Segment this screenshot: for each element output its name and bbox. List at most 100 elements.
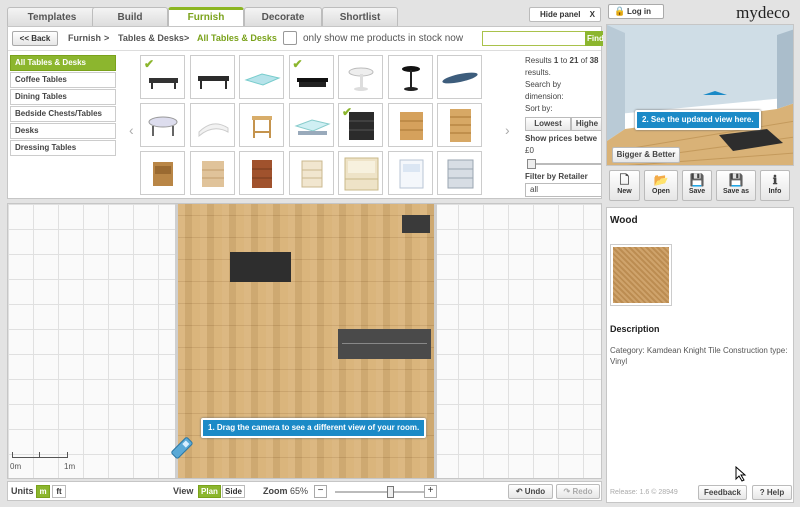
search-by-label: Search by dimension: — [525, 80, 564, 101]
find-button[interactable]: Find — [585, 31, 603, 46]
product-image — [399, 112, 423, 140]
close-icon[interactable]: X — [590, 8, 595, 21]
tab-shortlist[interactable]: Shortlist — [322, 7, 398, 27]
undo-button[interactable]: ↶ Undo — [508, 484, 553, 499]
product-thumb-surfboard-table[interactable] — [437, 55, 482, 99]
sort-lowest-button[interactable]: Lowest — [525, 117, 571, 131]
tab-decorate[interactable]: Decorate — [244, 7, 322, 27]
zoom-in-button[interactable]: + — [424, 485, 437, 498]
prev-page-icon[interactable]: ‹ — [129, 122, 134, 138]
info-button[interactable]: ℹ Info — [760, 170, 790, 201]
results-filter: Results 1 to 21 of 38 results. Search by… — [525, 55, 601, 197]
tab-furnish[interactable]: Furnish — [168, 7, 244, 27]
product-thumb-oval-glass-table[interactable] — [140, 103, 185, 147]
save-as-icon: 💾 — [728, 173, 744, 187]
zoom-value: 65% — [290, 486, 309, 496]
redo-button[interactable]: ↷ Redo — [556, 484, 600, 499]
breadcrumb-furnish[interactable]: Furnish — [68, 33, 101, 43]
3d-preview[interactable]: 2. See the updated view here. Bigger & B… — [606, 24, 794, 166]
tab-build[interactable]: Build — [92, 7, 168, 27]
camera-icon[interactable] — [168, 434, 198, 464]
product-thumb-black-drawers[interactable]: ✔ — [338, 103, 383, 147]
product-thumb-white-curve-table[interactable] — [189, 103, 235, 147]
product-thumb-pine-chest[interactable] — [387, 103, 433, 147]
back-button[interactable]: << Back — [12, 31, 58, 46]
description-heading: Description — [610, 324, 660, 334]
product-thumb-bedside-white[interactable] — [387, 151, 433, 195]
retailer-label: Filter by Retailer — [525, 172, 588, 181]
properties-panel: Wood Description Category: Kamdean Knigh… — [606, 207, 794, 503]
price-min: £0 — [525, 146, 534, 155]
mouse-cursor-icon — [735, 466, 747, 482]
product-image — [447, 159, 474, 189]
hide-panel-label: Hide panel — [540, 10, 581, 19]
product-thumb-bedside-cherry[interactable] — [239, 151, 284, 195]
product-image — [252, 116, 272, 138]
tab-templates[interactable]: Templates — [7, 7, 97, 27]
folder-icon: 📂 — [653, 173, 669, 187]
stock-label: only show me products in stock now — [303, 33, 464, 44]
open-button[interactable]: 📂 Open — [644, 170, 678, 201]
product-thumb-mirror-chest[interactable] — [437, 151, 482, 195]
help-button[interactable]: ? Help — [752, 485, 792, 500]
product-thumb-glass-coffee-table[interactable] — [288, 103, 334, 147]
product-thumb-low-table-dark[interactable]: ✔ — [140, 55, 185, 99]
furniture-long-table[interactable] — [338, 329, 431, 359]
next-page-icon[interactable]: › — [505, 122, 510, 138]
category-bedside[interactable]: Bedside Chests/Tables — [10, 106, 116, 122]
product-image — [201, 161, 224, 187]
product-thumb-bedside-cream[interactable] — [288, 151, 334, 195]
search-input[interactable] — [482, 31, 586, 46]
price-slider[interactable] — [525, 157, 601, 171]
undo-icon: ↶ — [515, 487, 525, 496]
product-thumb-side-table-wood[interactable] — [239, 103, 284, 147]
category-coffee[interactable]: Coffee Tables — [10, 72, 116, 88]
zoom-slider[interactable] — [335, 491, 425, 493]
stock-checkbox[interactable] — [283, 31, 297, 45]
product-thumb-round-white-table[interactable] — [338, 55, 383, 99]
sort-label: Sort by: — [525, 104, 553, 113]
preset-button[interactable]: Bigger & Better — [612, 147, 680, 163]
view-side-button[interactable]: Side — [222, 485, 245, 498]
new-file-icon: 🗋 — [619, 173, 630, 187]
material-title: Wood — [610, 215, 638, 226]
release-info: Release: 1.6 © 28949 — [610, 489, 678, 496]
save-button[interactable]: 💾 Save — [682, 170, 712, 201]
room-plan-canvas[interactable]: 1. Drag the camera to see a different vi… — [7, 203, 602, 479]
price-label: Show prices betwe — [525, 134, 598, 143]
product-thumb-pine-chest-tall[interactable] — [437, 103, 482, 147]
furniture-coffee-table[interactable] — [230, 252, 291, 282]
retailer-select[interactable]: all — [525, 183, 601, 197]
zoom-handle[interactable] — [387, 486, 394, 498]
save-icon: 💾 — [689, 173, 705, 187]
product-image — [442, 72, 478, 84]
product-thumb-low-table-black[interactable]: ✔ — [288, 55, 334, 99]
product-thumb-bedside-wood[interactable] — [140, 151, 185, 195]
product-thumb-bedside-light[interactable] — [189, 151, 235, 195]
product-thumb-round-black-table[interactable] — [387, 55, 433, 99]
sort-highest-button[interactable]: Highe — [571, 117, 601, 131]
category-desks[interactable]: Desks — [10, 123, 116, 139]
furniture-small-table[interactable] — [402, 215, 430, 233]
unit-ft-button[interactable]: ft — [52, 485, 66, 498]
breadcrumb-tables[interactable]: Tables & Desks — [118, 33, 184, 43]
unit-m-button[interactable]: m — [36, 485, 50, 498]
hide-panel-button[interactable]: Hide panel X — [529, 7, 601, 22]
account-bar: 🔒 Log in mydeco — [606, 2, 794, 22]
save-as-button[interactable]: 💾 Save as — [716, 170, 756, 201]
checkmark-icon: ✔ — [292, 57, 303, 71]
wood-swatch[interactable] — [610, 244, 672, 306]
category-dressing[interactable]: Dressing Tables — [10, 140, 116, 156]
category-dining[interactable]: Dining Tables — [10, 89, 116, 105]
new-button[interactable]: 🗋 New — [609, 170, 640, 201]
category-all[interactable]: All Tables & Desks — [10, 55, 116, 71]
feedback-button[interactable]: Feedback — [698, 485, 747, 500]
product-thumb-dresser-cream[interactable] — [338, 151, 383, 195]
price-handle[interactable] — [527, 159, 536, 169]
zoom-label: Zoom — [263, 486, 288, 496]
product-thumb-coffee-table-dark[interactable] — [189, 55, 235, 99]
zoom-out-button[interactable]: − — [314, 485, 327, 498]
view-plan-button[interactable]: Plan — [198, 485, 221, 498]
product-thumb-glass-table[interactable] — [239, 55, 284, 99]
login-button[interactable]: 🔒 Log in — [608, 4, 664, 19]
